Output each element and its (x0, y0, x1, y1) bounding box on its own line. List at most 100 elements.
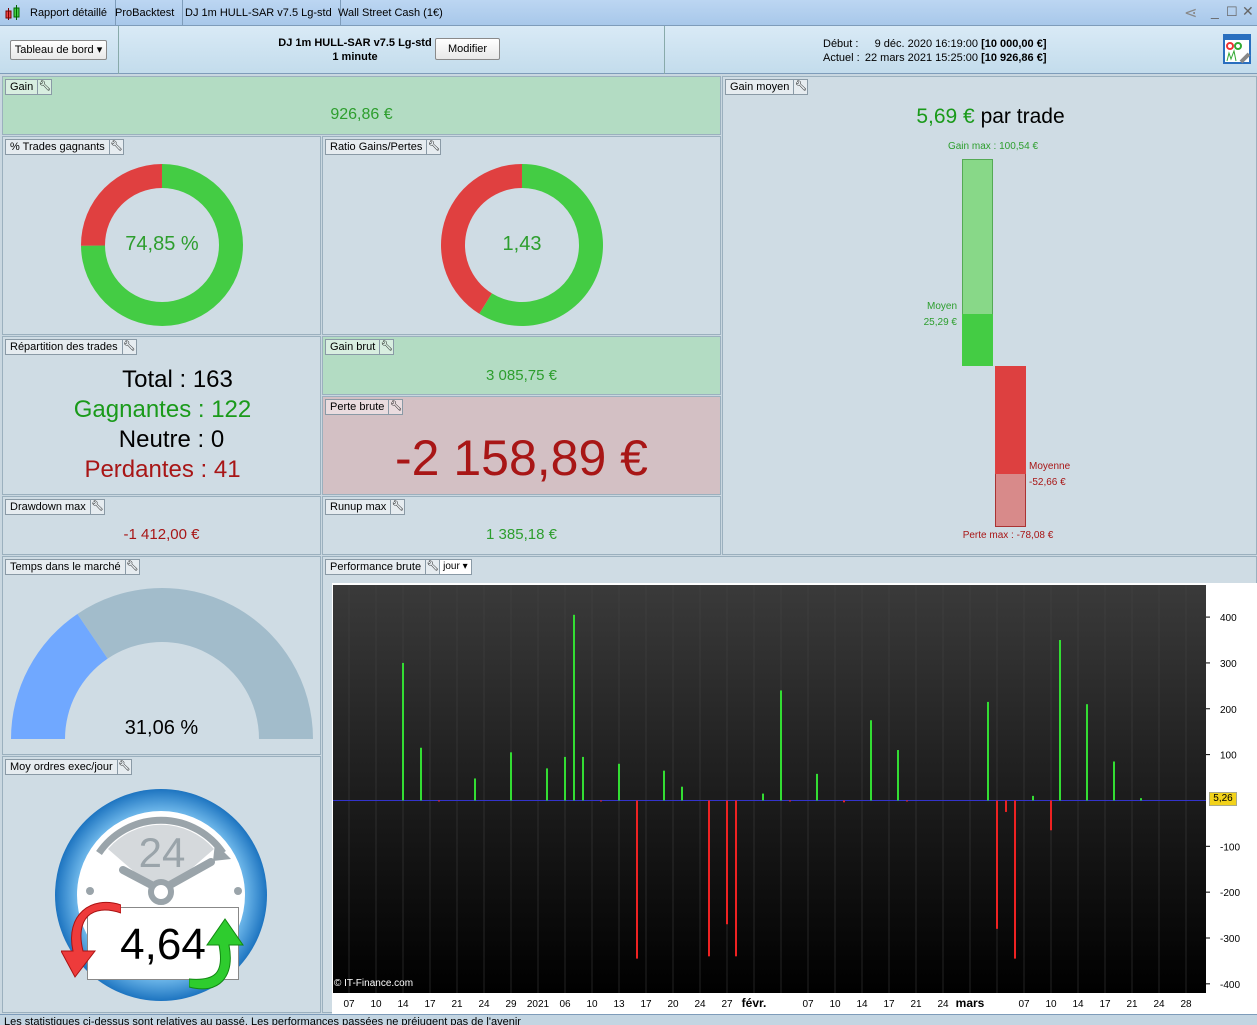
ratio-panel: Ratio Gains/Pertes 🔧︎ 1,43 (322, 136, 721, 335)
chevron-down-icon: ▾ (96, 44, 103, 56)
title-bar: Rapport détaillé ProBacktest DJ 1m HULL-… (0, 0, 1257, 26)
tab-probacktest[interactable]: ProBacktest (107, 0, 184, 26)
share-icon[interactable]: ⋖ (1184, 3, 1197, 23)
start-label: Début : (823, 38, 859, 50)
wrench-icon[interactable]: 🔧︎ (379, 340, 393, 354)
bar (726, 800, 728, 925)
bar (762, 793, 764, 801)
bar (708, 800, 710, 957)
runup-value: 1 385,18 € (486, 526, 557, 543)
app-logo-icon (5, 5, 20, 20)
max-gain-label: Gain max : 100,54 € (947, 141, 1039, 152)
wrench-icon[interactable]: 🔧︎ (37, 80, 51, 94)
minimize-icon[interactable]: _ (1211, 3, 1219, 19)
wrench-icon[interactable]: 🔧︎ (124, 560, 139, 574)
x-tick-label: 13 (613, 999, 625, 1010)
panel-label: Répartition des trades (10, 341, 118, 353)
x-tick-label: 28 (1180, 999, 1192, 1010)
tab-strategy[interactable]: DJ 1m HULL-SAR v7.5 Lg-std (177, 0, 341, 26)
wrench-icon[interactable]: 🔧︎ (426, 140, 440, 154)
period-select-label: jour (443, 561, 460, 572)
maximize-icon[interactable]: ☐ (1226, 4, 1238, 20)
view-select[interactable]: Tableau de bord ▾ (10, 40, 107, 60)
dashboard-settings-icon[interactable] (1223, 34, 1253, 66)
x-tick-label: 10 (370, 999, 382, 1010)
winning-trades: Gagnantes : 122 (73, 396, 252, 423)
period-select[interactable]: jour ▾ (439, 560, 471, 574)
modify-button[interactable]: Modifier (435, 38, 500, 60)
avg-gain-panel: Gain moyen 🔧︎ 5,69 € par trade Gain max :… (722, 76, 1257, 555)
current-date: 22 mars 2021 15:25:00 (864, 52, 978, 64)
neutral-trades: Neutre : 0 (118, 426, 225, 453)
gross-loss-value: -2 158,89 € (395, 430, 648, 486)
x-tick-label: 10 (1045, 999, 1057, 1010)
wrench-icon[interactable]: 🔧︎ (121, 340, 136, 354)
panel-label: Runup max (330, 501, 387, 513)
x-tick-label: 2021 (527, 999, 550, 1010)
x-tick-label: 14 (1072, 999, 1084, 1010)
y-tick-label: 200 (1220, 705, 1237, 716)
bar (600, 800, 602, 802)
bar (1050, 800, 1052, 831)
bar (843, 800, 845, 803)
distribution-panel: Répartition des trades 🔧︎ Total : 163 Gag… (2, 336, 321, 495)
bar (1140, 798, 1142, 801)
x-tick-label: 06 (559, 999, 571, 1010)
gross-gain-value: 3 085,75 € (486, 367, 557, 384)
x-tick-label: 21 (910, 999, 922, 1010)
x-tick-label: 29 (505, 999, 517, 1010)
x-tick-label: 17 (424, 999, 436, 1010)
bar (735, 800, 737, 957)
red-down-arrow-icon (61, 901, 121, 978)
drawdown-panel: Drawdown max 🔧︎ -1 412,00 € (2, 496, 321, 555)
y-tick-label: 400 (1220, 613, 1237, 624)
gain-value: 926,86 € (330, 106, 393, 123)
bar (510, 752, 512, 801)
bar (780, 690, 782, 801)
x-tick-label: 07 (1018, 999, 1030, 1010)
panel-label: Ratio Gains/Pertes (330, 141, 423, 153)
bar (1113, 761, 1115, 801)
close-icon[interactable]: ✕ (1242, 3, 1254, 20)
wrench-icon[interactable]: 🔧︎ (89, 500, 104, 514)
x-tick-label: 17 (1099, 999, 1111, 1010)
x-tick-label: 17 (883, 999, 895, 1010)
bar (681, 786, 683, 801)
view-select-label: Tableau de bord (14, 44, 94, 56)
plot-background (333, 585, 1206, 993)
wrench-icon[interactable]: 🔧︎ (388, 400, 402, 414)
gross-gain-panel: Gain brut 🔧︎ 3 085,75 € (322, 336, 721, 395)
wrench-icon[interactable]: 🔧︎ (793, 80, 807, 94)
header-bar: Tableau de bord ▾ DJ 1m HULL-SAR v7.5 Lg… (0, 26, 1257, 74)
bar (564, 756, 566, 801)
disclaimer: Les statistiques ci-dessus sont relative… (0, 1014, 1257, 1025)
y-tick-label: -200 (1220, 888, 1240, 899)
bar (1014, 800, 1016, 959)
chart-copyright: © IT-Finance.com (334, 978, 414, 989)
x-tick-label: févr. (742, 996, 767, 1010)
bar (1032, 795, 1034, 801)
y-tick-label: 300 (1220, 659, 1237, 670)
x-tick-label: 24 (478, 999, 490, 1010)
bar (996, 800, 998, 929)
x-tick-label: 20 (667, 999, 679, 1010)
x-tick-label: 21 (451, 999, 463, 1010)
wrench-icon[interactable]: 🔧︎ (116, 760, 131, 774)
wrench-icon[interactable]: 🔧︎ (390, 500, 404, 514)
runup-panel: Runup max 🔧︎ 1 385,18 € (322, 496, 721, 555)
avg-loss-bar (995, 366, 1026, 475)
bar (816, 773, 818, 801)
bar (1086, 704, 1088, 801)
tab-instrument[interactable]: Wall Street Cash (1€) (330, 0, 451, 26)
wrench-icon[interactable]: 🔧︎ (425, 560, 439, 574)
divider (118, 26, 119, 74)
bar (906, 800, 908, 802)
y-tick-label: 100 (1220, 751, 1237, 762)
bar (870, 720, 872, 801)
wrench-icon[interactable]: 🔧︎ (108, 140, 123, 154)
tab-detailed-report[interactable]: Rapport détaillé (22, 0, 117, 26)
avg-loss-label: Moyenne (1029, 461, 1071, 472)
avg-win-bar (962, 313, 993, 366)
current-capital: [10 926,86 €] (981, 52, 1047, 64)
last-value-badge: 5,26 (1209, 792, 1237, 806)
